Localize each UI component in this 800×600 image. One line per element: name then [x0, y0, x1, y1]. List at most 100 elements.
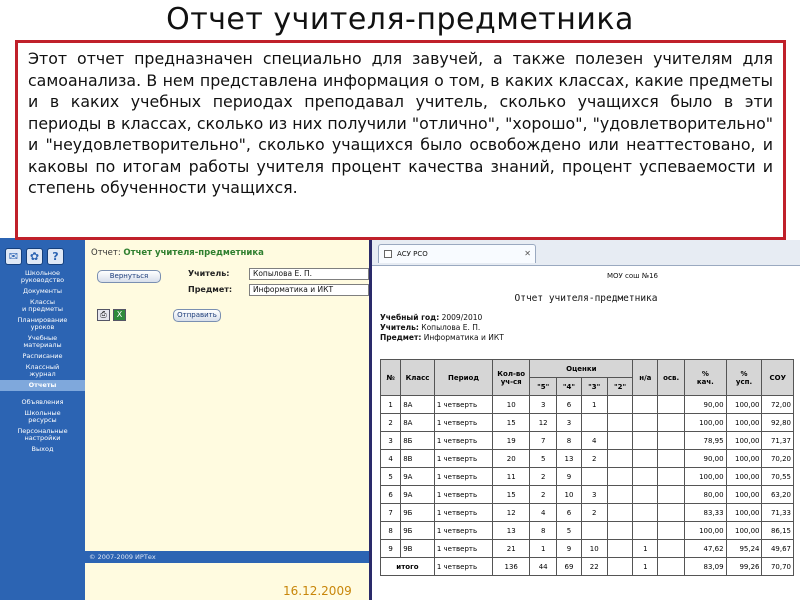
- table-cell: 71,37: [761, 431, 794, 450]
- table-cell: 2: [379, 413, 402, 432]
- teacher-line: Учитель: Копылова Е. П.: [380, 323, 480, 332]
- table-row: 3 8Б 1 четверть 19 7 8 4 78,95 100,00 71,37: [379, 431, 794, 450]
- slide-title: Отчет учителя-предметника: [166, 2, 634, 37]
- table-cell: 1 четверть: [433, 539, 494, 558]
- sidebar-item-0[interactable]: Школьное руководство: [0, 268, 85, 286]
- table-cell: 8: [529, 521, 558, 540]
- table-cell: [606, 395, 634, 414]
- table-cell: 100,00: [725, 503, 763, 522]
- col-grades: Оценки: [529, 359, 634, 378]
- browser-tab[interactable]: АСУ РСО ✕: [378, 244, 536, 263]
- table-cell: 1 четверть: [433, 431, 494, 450]
- table-header-row: № Класс Период Кол-во уч-ся Оценки н/а о…: [379, 359, 794, 396]
- table-cell: 9В: [400, 539, 435, 558]
- mail-icon[interactable]: ✉: [5, 248, 22, 265]
- sidebar-item-10[interactable]: Персональные настройки: [0, 426, 85, 444]
- table-cell: 8: [556, 431, 582, 450]
- back-button[interactable]: Вернуться: [97, 270, 161, 283]
- table-cell: 7: [379, 503, 402, 522]
- col-success: % усп.: [725, 359, 763, 396]
- table-total-cell: 44: [529, 557, 558, 576]
- subject-select[interactable]: Информатика и ИКТ: [249, 284, 369, 296]
- table-cell: 86,15: [761, 521, 794, 540]
- report-prefix: Отчет:: [91, 248, 121, 258]
- table-cell: [606, 467, 634, 486]
- report-name: Отчет учителя-предметника: [123, 248, 264, 258]
- table-cell: 1 четверть: [433, 521, 494, 540]
- table-cell: 10: [556, 485, 582, 504]
- table-cell: 2: [580, 449, 608, 468]
- table-cell: 1: [529, 539, 558, 558]
- table-cell: 5: [529, 449, 558, 468]
- sidebar-item-5[interactable]: Расписание: [0, 351, 85, 362]
- help-icon[interactable]: ?: [47, 248, 64, 265]
- table-cell: [606, 485, 634, 504]
- report-teacher-value: Копылова Е. П.: [421, 323, 481, 332]
- table-cell: 100,00: [684, 467, 727, 486]
- table-total-row: итого 1 четверть 136 44 69 22 1 83,09 99,26 70,70: [380, 557, 794, 576]
- table-cell: 100,00: [725, 413, 763, 432]
- table-cell: [606, 539, 634, 558]
- sidebar-item-11[interactable]: Выход: [0, 444, 85, 455]
- table-cell: 90,00: [684, 449, 727, 468]
- table-cell: 3: [556, 413, 582, 432]
- table-cell: 9А: [400, 485, 435, 504]
- sidebar-item-6[interactable]: Классный журнал: [0, 362, 85, 380]
- table-row: 7 9Б 1 четверть 12 4 6 2 83,33 100,00 71,33: [379, 503, 794, 522]
- sidebar-item-8[interactable]: Объявления: [0, 397, 85, 408]
- sidebar-item-3[interactable]: Планирование уроков: [0, 315, 85, 333]
- table-cell: 6: [556, 503, 582, 522]
- table-cell: 2: [529, 467, 558, 486]
- table-cell: [657, 503, 686, 522]
- teacher-label: Учитель:: [188, 269, 230, 278]
- table-cell: 100,00: [725, 431, 763, 450]
- slide: Отчет учителя-предметника ✉ ✿? Школьное р…: [0, 0, 800, 600]
- table-cell: 100,00: [725, 467, 763, 486]
- table-cell: 3: [379, 431, 402, 450]
- table-cell: [606, 521, 634, 540]
- table-cell: 49,67: [761, 539, 794, 558]
- table-cell: [657, 449, 686, 468]
- table-cell: 2: [580, 503, 608, 522]
- table-body: 1 8А 1 четверть 10 3 6 1 90,00 100,00 72,00 2 8А 1 ч…: [379, 395, 794, 576]
- table-cell: 13: [556, 449, 582, 468]
- year-line: Учебный год: 2009/2010: [380, 313, 482, 322]
- description-callout: Этот отчет предназначен специально для з…: [15, 40, 786, 240]
- teacher-select[interactable]: Копылова Е. П.: [249, 268, 369, 280]
- table-cell: [580, 521, 608, 540]
- table-cell: 19: [492, 431, 531, 450]
- table-total-cell: 1 четверть: [433, 557, 494, 576]
- table-cell: [657, 539, 686, 558]
- send-button[interactable]: Отправить: [173, 309, 221, 322]
- col-grade-3: "3": [580, 377, 608, 396]
- table-total-cell: 136: [492, 557, 531, 576]
- table-cell: [632, 395, 659, 414]
- close-icon[interactable]: ✕: [524, 245, 531, 263]
- table-cell: 9: [556, 467, 582, 486]
- table-cell: [606, 449, 634, 468]
- flower-icon[interactable]: ✿: [26, 248, 43, 265]
- col-exempt: осв.: [657, 359, 686, 396]
- table-cell: 9: [379, 539, 402, 558]
- table-cell: 100,00: [684, 413, 727, 432]
- table-cell: 80,00: [684, 485, 727, 504]
- tab-bar: АСУ РСО ✕: [372, 240, 800, 266]
- table-cell: 6: [379, 485, 402, 504]
- sidebar-item-9[interactable]: Школьные ресурсы: [0, 408, 85, 426]
- table-cell: 47,62: [684, 539, 727, 558]
- table-cell: [632, 485, 659, 504]
- subject-line: Предмет: Информатика и ИКТ: [380, 333, 504, 342]
- print-icon[interactable]: ⎙: [97, 309, 110, 321]
- excel-icon[interactable]: X: [113, 309, 126, 321]
- sidebar-item-2[interactable]: Классы и предметы: [0, 297, 85, 315]
- sidebar-item-1[interactable]: Документы: [0, 286, 85, 297]
- grades-table: № Класс Период Кол-во уч-ся Оценки н/а о…: [379, 359, 794, 576]
- table-cell: 12: [529, 413, 558, 432]
- table-row: 2 8А 1 четверть 15 12 3 100,00 100,00 92,80: [379, 413, 794, 432]
- sidebar-item-7[interactable]: Отчеты: [0, 380, 85, 391]
- table-cell: 72,00: [761, 395, 794, 414]
- table-cell: [632, 449, 659, 468]
- sidebar-item-4[interactable]: Учебные материалы: [0, 333, 85, 351]
- table-cell: [632, 521, 659, 540]
- footer-date: 16.12.2009: [283, 584, 352, 598]
